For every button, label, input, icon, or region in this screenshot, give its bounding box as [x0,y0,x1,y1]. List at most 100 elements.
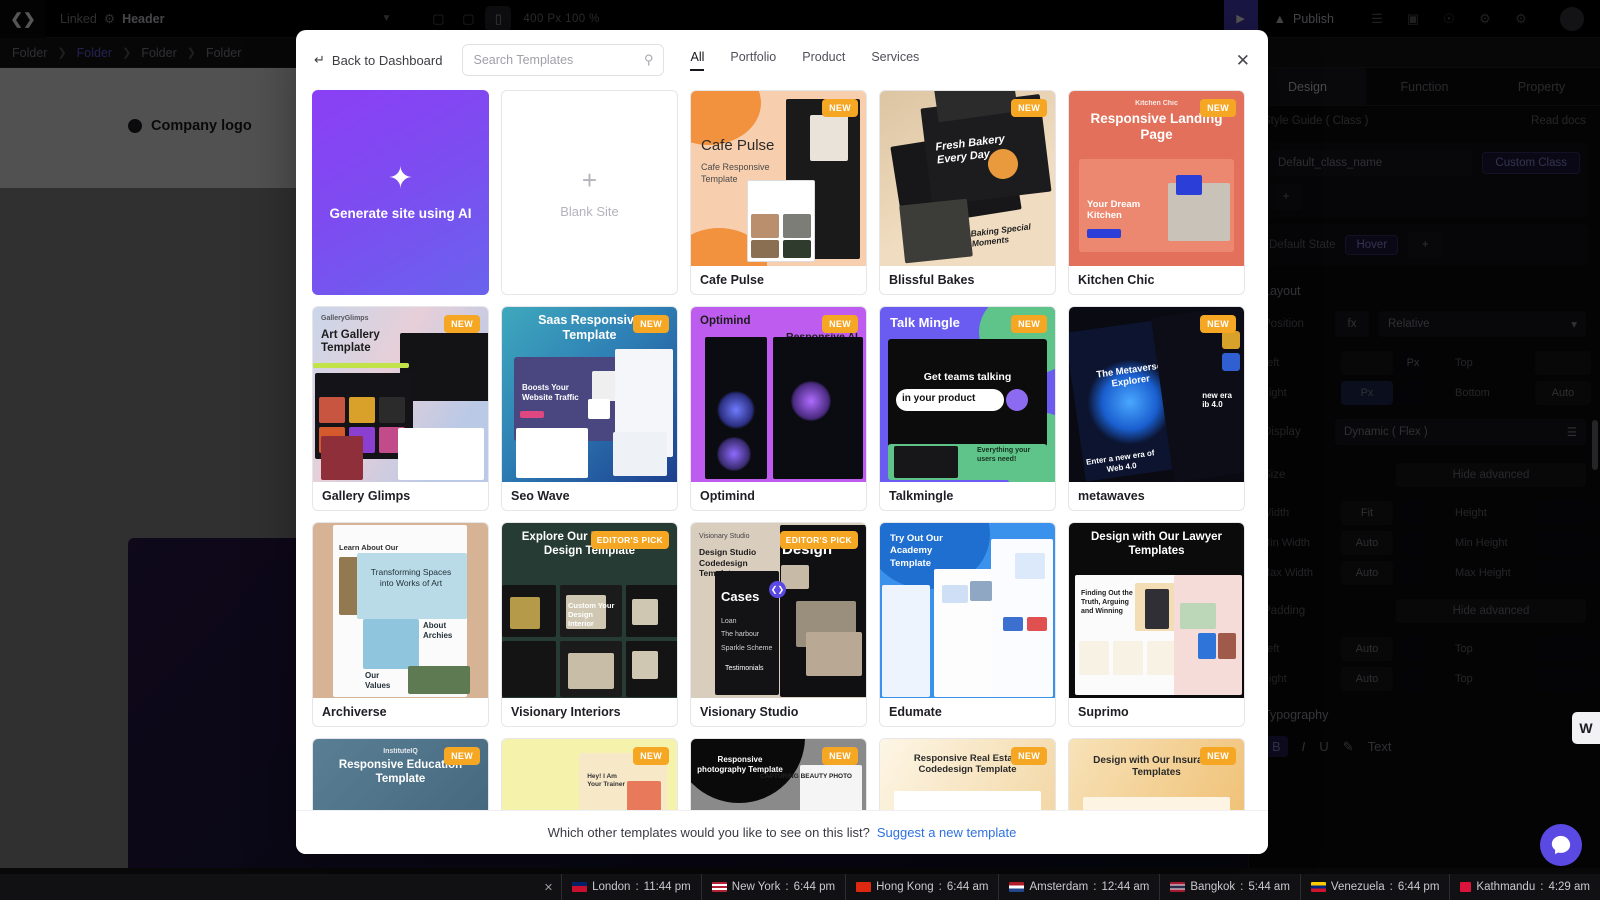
flag-icon [1460,882,1472,892]
flag-icon [856,882,872,892]
template-card[interactable]: Learn About Our Transforming Spaces into… [312,522,489,727]
template-card[interactable]: Try Out Our Academy Template Edumate [879,522,1056,727]
template-thumbnail: Responsive Real Estate Codedesign Templa… [880,739,1055,810]
template-thumbnail: Hey! I Am Your Trainer NEW [502,739,677,810]
thumb-title: Try Out Our Academy Template [890,533,943,569]
clock-item[interactable]: Bangkok: 5:44 am [1159,874,1300,900]
back-to-dashboard-label: Back to Dashboard [331,52,443,68]
clock-time: 6:44 am [946,881,989,893]
status-badge: NEW [1200,315,1236,333]
template-name: Kitchen Chic [1078,273,1155,288]
clock-item[interactable]: New York: 6:44 pm [700,874,845,900]
status-badge: NEW [822,99,858,117]
template-card[interactable]: Cafe Pulse Cafe Responsive Template NEW … [690,90,867,295]
modal-footer: Which other templates would you like to … [296,810,1268,854]
flag-icon [1170,882,1186,892]
clock-city: New York [731,881,781,893]
thumb-subtitle: Custom Your Design Interior [568,601,615,628]
modal-header: ↵ Back to Dashboard ⚲ All Portfolio Prod… [296,30,1268,90]
clock-item[interactable]: Hong Kong: 6:44 am [845,874,998,900]
clock-city: Kathmandu [1476,881,1536,893]
template-name: Visionary Interiors [511,705,621,720]
template-name: Edumate [889,705,942,720]
clock-city: Amsterdam [1029,881,1089,893]
flag-icon [572,882,588,892]
template-card[interactable]: Fresh Bakery Every Day Baking Special Mo… [879,90,1056,295]
close-icon[interactable]: ✕ [1236,52,1250,69]
status-badge: NEW [1011,747,1047,765]
template-card[interactable]: Responsive photography Template CAPTURIN… [690,738,867,810]
clock-city: London [592,881,631,893]
back-to-dashboard-button[interactable]: ↵ Back to Dashboard [314,52,442,68]
template-name: Archiverse [322,705,387,720]
template-name: Blissful Bakes [889,273,975,288]
template-card[interactable]: GalleryGlimps Art Gallery Template NEW G… [312,306,489,511]
suggest-template-link[interactable]: Suggest a new template [877,825,1016,840]
template-name: Seo Wave [511,489,570,504]
template-card[interactable]: Optimind Responsive AI Tool Template NEW… [690,306,867,511]
template-name: Gallery Glimps [322,489,411,504]
template-picker-modal: ↵ Back to Dashboard ⚲ All Portfolio Prod… [296,30,1268,854]
category-tabs: All Portfolio Product Services [690,50,919,71]
clock-item[interactable]: Venezuela: 6:44 pm [1299,874,1449,900]
status-badge: NEW [633,747,669,765]
flag-icon [711,882,727,892]
template-thumbnail: Try Out Our Academy Template [880,523,1055,699]
clock-item[interactable]: Kathmandu: 4:29 am [1449,874,1600,900]
status-badge: NEW [1200,747,1236,765]
intercom-chat-button[interactable] [1540,824,1582,866]
search-templates-field[interactable]: ⚲ [462,44,665,76]
template-thumbnail: InstituteIQ Responsive Education Templat… [313,739,488,810]
status-badge: NEW [822,747,858,765]
template-card[interactable]: The Metaverse Explorer Enter a new era o… [1068,306,1245,511]
search-icon[interactable]: ⚲ [644,52,654,68]
template-grid: ✦ Generate site using AI + Blank Site Ca… [312,90,1252,810]
template-card[interactable]: Explore Our New Interior Design Template… [501,522,678,727]
status-badge: EDITOR'S PICK [590,531,669,549]
template-card[interactable]: InstituteIQ Responsive Education Templat… [312,738,489,810]
template-thumbnail: Saas Responsive Template Boosts Your Web… [502,307,677,483]
template-thumbnail: Responsive photography Template CAPTURIN… [691,739,866,810]
template-card[interactable]: Saas Responsive Template Boosts Your Web… [501,306,678,511]
template-name: Suprimo [1078,705,1129,720]
template-card[interactable]: Visionary Studio Design Studio Codedesig… [690,522,867,727]
template-grid-scroll[interactable]: ✦ Generate site using AI + Blank Site Ca… [296,90,1268,810]
webflow-badge[interactable]: W [1572,712,1600,744]
clock-item[interactable]: Amsterdam: 12:44 am [998,874,1159,900]
template-card[interactable]: Talk Mingle Get teams talking in your pr… [879,306,1056,511]
status-badge: NEW [633,315,669,333]
clock-time: 6:44 pm [793,881,836,893]
template-thumbnail: Explore Our New Interior Design Template… [502,523,677,699]
thumb-title: Cafe Pulse [701,137,775,154]
tab-portfolio[interactable]: Portfolio [730,50,776,71]
clock-time: 12:44 am [1101,881,1150,893]
template-thumbnail: GalleryGlimps Art Gallery Template NEW [313,307,488,483]
clock-item[interactable]: London: 11:44 pm [561,874,701,900]
thumb-subtitle: Boosts Your Website Traffic [522,383,579,402]
search-input[interactable] [473,53,638,67]
tab-product[interactable]: Product [802,50,845,71]
template-thumbnail: Learn About Our Transforming Spaces into… [313,523,488,699]
blank-site-card[interactable]: + Blank Site [501,90,678,295]
plus-icon: + [581,164,598,195]
tab-all[interactable]: All [690,50,705,71]
clock-city: Hong Kong [876,881,934,893]
template-card[interactable]: Responsive Real Estate Codedesign Templa… [879,738,1056,810]
x-icon[interactable]: ✕ [544,881,553,894]
generate-site-using-ai-card[interactable]: ✦ Generate site using AI [312,90,489,295]
template-card[interactable]: Hey! I Am Your Trainer NEW [501,738,678,810]
template-thumbnail: Fresh Bakery Every Day Baking Special Mo… [880,91,1055,267]
clock-time: 5:44 am [1248,881,1290,893]
template-name: Talkmingle [889,489,954,504]
thumb-title: Art Gallery Template [321,329,380,355]
thumb-subtitle: Everything your users need! [977,447,1031,463]
status-badge: NEW [444,315,480,333]
clock-time: 6:44 pm [1397,881,1440,893]
template-card[interactable]: Design with Our Lawyer Templates Finding… [1068,522,1245,727]
flag-icon [1009,882,1025,892]
clock-city: Venezuela [1330,881,1385,893]
tab-services[interactable]: Services [871,50,919,71]
template-card[interactable]: Kitchen Chic Responsive Landing Page You… [1068,90,1245,295]
thumb-title: Transforming Spaces into Works of Art [370,567,452,588]
template-card[interactable]: Design with Our Insurance Templates NEW [1068,738,1245,810]
